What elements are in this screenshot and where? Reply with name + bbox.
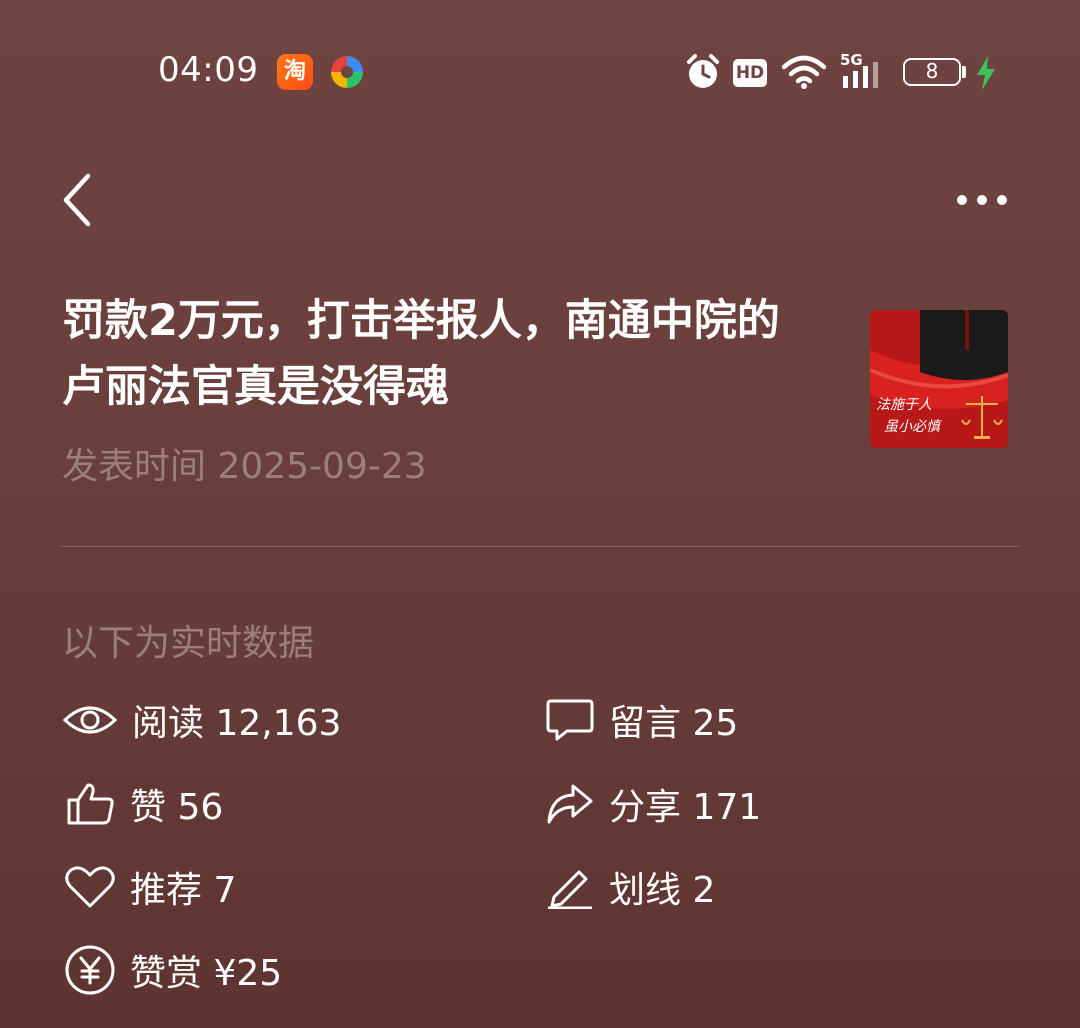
recommends-count: 推荐 7 bbox=[130, 870, 237, 911]
signal-icon bbox=[843, 62, 878, 88]
publish-date: 发表时间 2025-09-23 bbox=[62, 446, 427, 487]
stat-recommends: 推荐 7 bbox=[64, 862, 236, 912]
tips-amount: 赞赏 ¥25 bbox=[130, 953, 283, 994]
article-cover-image[interactable]: 法施于人 虽小必慎 bbox=[870, 310, 1008, 448]
hd-badge: HD bbox=[733, 59, 767, 87]
stat-reads: 阅读 12,163 bbox=[62, 695, 341, 745]
yuan-coin-icon bbox=[65, 945, 115, 995]
divider bbox=[60, 546, 1020, 547]
realtime-data-label: 以下为实时数据 bbox=[62, 623, 315, 664]
battery-level: 8 bbox=[903, 58, 961, 86]
alarm-icon bbox=[687, 54, 719, 88]
pinwheel-app-icon bbox=[331, 56, 363, 88]
stat-likes: 赞 56 bbox=[66, 779, 223, 829]
wifi-icon bbox=[782, 55, 826, 89]
eye-icon bbox=[62, 706, 118, 734]
comments-count: 留言 25 bbox=[609, 703, 739, 744]
comment-icon bbox=[546, 699, 594, 741]
battery-tip bbox=[962, 66, 966, 78]
charging-icon bbox=[977, 56, 995, 90]
share-arrow-icon bbox=[547, 784, 593, 824]
heart-icon bbox=[65, 866, 115, 908]
article-title: 罚款2万元，打击举报人，南通中院的卢丽法官真是没得魂 bbox=[62, 296, 780, 412]
cover-text-line1: 法施于人 bbox=[876, 397, 932, 413]
stat-tips: 赞赏 ¥25 bbox=[64, 945, 282, 995]
more-dots-icon[interactable] bbox=[954, 192, 1010, 208]
pencil-icon bbox=[548, 870, 592, 909]
shares-count: 分享 171 bbox=[609, 787, 762, 828]
thumbs-up-icon bbox=[67, 783, 114, 825]
taobao-app-icon: 淘 bbox=[277, 54, 313, 90]
underlines-count: 划线 2 bbox=[609, 870, 716, 911]
cover-text-line2: 虽小必慎 bbox=[884, 419, 940, 435]
back-chevron-left-icon[interactable] bbox=[60, 172, 96, 228]
status-time: 04:09 bbox=[158, 50, 259, 90]
likes-count: 赞 56 bbox=[130, 787, 224, 828]
stat-underlines: 划线 2 bbox=[545, 862, 715, 912]
reads-count: 阅读 12,163 bbox=[132, 703, 342, 744]
stat-comments: 留言 25 bbox=[545, 695, 738, 745]
stat-shares: 分享 171 bbox=[545, 779, 761, 829]
